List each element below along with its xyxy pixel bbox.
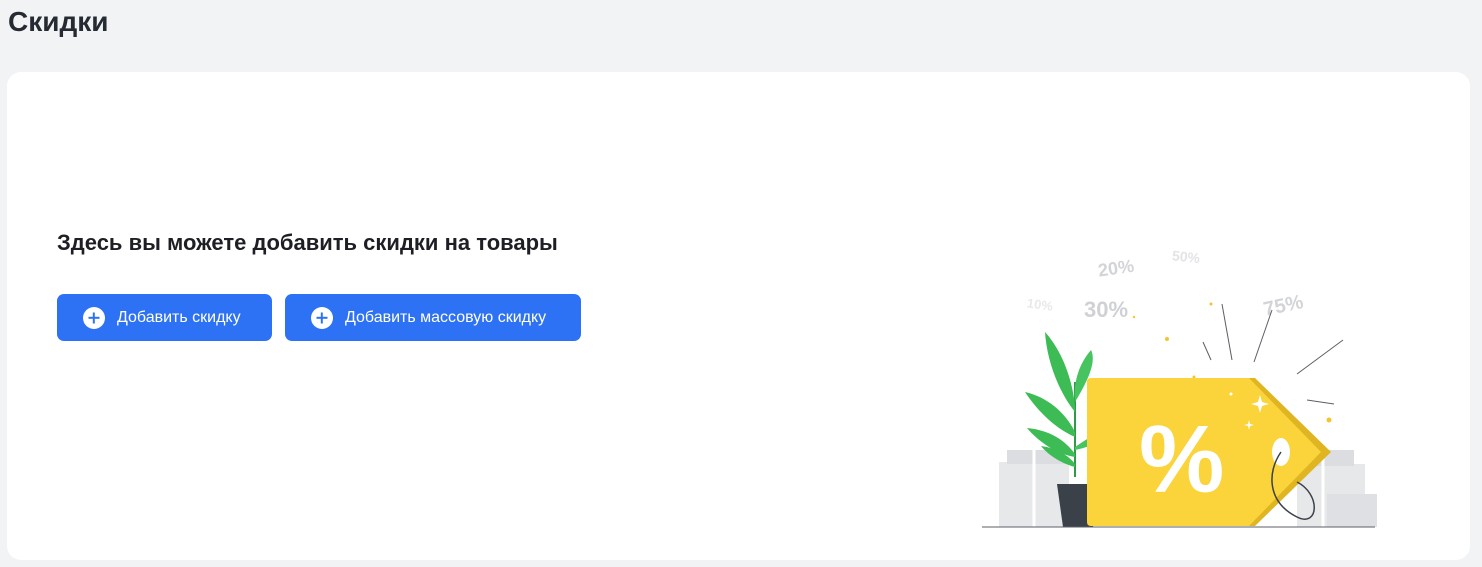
floating-label-75: 75% bbox=[1262, 291, 1306, 321]
floating-label-30: 30% bbox=[1084, 297, 1128, 322]
percent-symbol: % bbox=[1139, 406, 1224, 513]
discounts-empty-card: Здесь вы можете добавить скидки на товар… bbox=[7, 72, 1470, 560]
empty-state-heading: Здесь вы можете добавить скидки на товар… bbox=[57, 230, 558, 255]
floating-label-20: 20% bbox=[1097, 256, 1135, 281]
page-title: Скидки bbox=[8, 6, 109, 37]
add-mass-discount-label: Добавить массовую скидку bbox=[345, 308, 547, 326]
floating-label-10: 10% bbox=[1026, 295, 1054, 314]
discount-tag: % bbox=[1087, 378, 1331, 526]
discount-tag-illustration: 20% 50% 30% 10% 75% % bbox=[982, 247, 1377, 528]
add-discount-button[interactable]: Добавить скидку bbox=[57, 294, 272, 341]
plus-circle-icon bbox=[311, 306, 333, 329]
plus-circle-icon bbox=[83, 306, 105, 329]
add-mass-discount-button[interactable]: Добавить массовую скидку bbox=[285, 294, 581, 341]
add-discount-label: Добавить скидку bbox=[117, 308, 241, 326]
floating-label-50: 50% bbox=[1171, 247, 1201, 266]
